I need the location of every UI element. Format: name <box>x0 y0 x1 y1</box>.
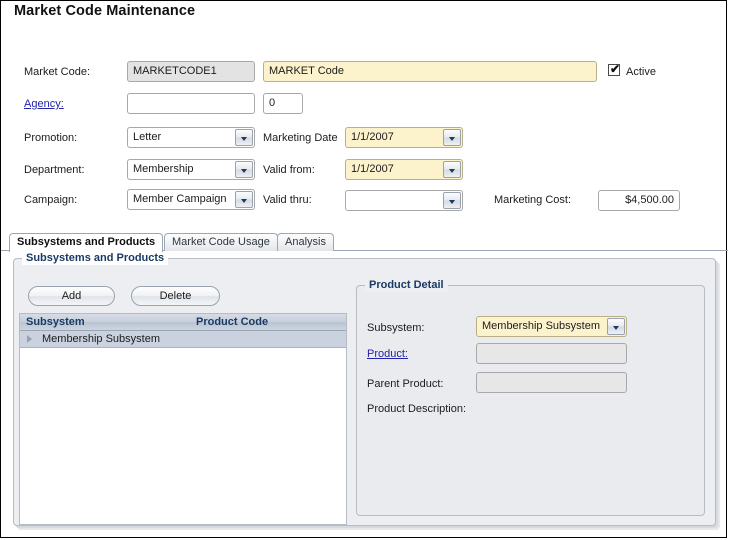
valid-from-label: Valid from: <box>263 164 315 176</box>
add-button[interactable]: Add <box>28 286 115 306</box>
product-detail-subsystem-label: Subsystem: <box>367 322 425 334</box>
delete-button[interactable]: Delete <box>131 286 220 306</box>
marketing-date-value: 1/1/2007 <box>351 131 394 143</box>
valid-from-value: 1/1/2007 <box>351 163 394 175</box>
valid-thru-picker[interactable] <box>345 190 463 211</box>
campaign-label: Campaign: <box>24 194 78 206</box>
chevron-down-icon[interactable] <box>443 129 461 146</box>
tab-strip: Subsystems and Products Market Code Usag… <box>1 233 728 252</box>
cell-subsystem: Membership Subsystem <box>42 333 160 345</box>
department-select-value: Membership <box>133 163 194 175</box>
marketing-date-picker[interactable]: 1/1/2007 <box>345 127 463 148</box>
page-title: Market Code Maintenance <box>14 3 196 19</box>
marketing-cost-label: Marketing Cost: <box>494 194 572 206</box>
marketing-date-label: Marketing Date <box>263 132 338 144</box>
product-input[interactable] <box>476 343 627 364</box>
grid-column-product-code[interactable]: Product Code <box>196 314 268 330</box>
product-detail-subsystem-select[interactable]: Membership Subsystem <box>476 316 627 337</box>
chevron-down-icon[interactable] <box>235 191 253 208</box>
product-description-label: Product Description: <box>367 403 467 415</box>
chevron-down-icon[interactable] <box>443 161 461 178</box>
chevron-down-icon[interactable] <box>607 318 625 335</box>
subsystems-grid[interactable]: Subsystem Product Code Membership Subsys… <box>19 313 347 525</box>
checkmark-icon: ✔ <box>610 62 621 76</box>
market-code-input[interactable]: MARKETCODE1 <box>127 61 255 82</box>
grid-column-subsystem[interactable]: Subsystem <box>26 314 85 330</box>
active-checkbox[interactable]: ✔ <box>608 62 621 76</box>
chevron-down-icon[interactable] <box>235 129 253 146</box>
active-label: Active <box>626 66 656 78</box>
campaign-select[interactable]: Member Campaign <box>127 189 255 210</box>
campaign-select-value: Member Campaign <box>133 193 227 205</box>
table-row[interactable]: Membership Subsystem <box>20 331 346 348</box>
application-window: Market Code Maintenance Market Code: MAR… <box>0 0 728 538</box>
department-select[interactable]: Membership <box>127 159 255 180</box>
promotion-select-value: Letter <box>133 131 162 143</box>
promotion-label: Promotion: <box>24 132 78 144</box>
market-code-label: Market Code: <box>24 66 91 78</box>
expand-triangle-icon[interactable] <box>27 335 32 343</box>
parent-product-label: Parent Product: <box>367 378 444 390</box>
product-detail-subsystem-value: Membership Subsystem <box>482 320 600 332</box>
agency-input[interactable] <box>127 93 255 114</box>
product-link[interactable]: Product: <box>367 347 408 361</box>
valid-from-picker[interactable]: 1/1/2007 <box>345 159 463 180</box>
valid-thru-label: Valid thru: <box>263 194 312 206</box>
agency-link[interactable]: Agency: <box>24 97 64 111</box>
tab-analysis[interactable]: Analysis <box>277 233 334 251</box>
chevron-down-icon[interactable] <box>443 192 461 209</box>
parent-product-input[interactable] <box>476 372 627 393</box>
agency-id-input[interactable]: 0 <box>263 93 303 114</box>
grid-header-row: Subsystem Product Code <box>20 314 346 331</box>
department-label: Department: <box>24 164 85 176</box>
market-code-description-input[interactable]: MARKET Code <box>263 61 597 82</box>
promotion-select[interactable]: Letter <box>127 127 255 148</box>
tab-subsystems-and-products[interactable]: Subsystems and Products <box>9 233 164 252</box>
marketing-cost-input[interactable]: $4,500.00 <box>598 190 680 211</box>
chevron-down-icon[interactable] <box>235 161 253 178</box>
product-detail-title: Product Detail <box>365 279 448 292</box>
tab-market-code-usage[interactable]: Market Code Usage <box>164 233 278 251</box>
subsystems-and-products-title: Subsystems and Products <box>22 252 169 265</box>
